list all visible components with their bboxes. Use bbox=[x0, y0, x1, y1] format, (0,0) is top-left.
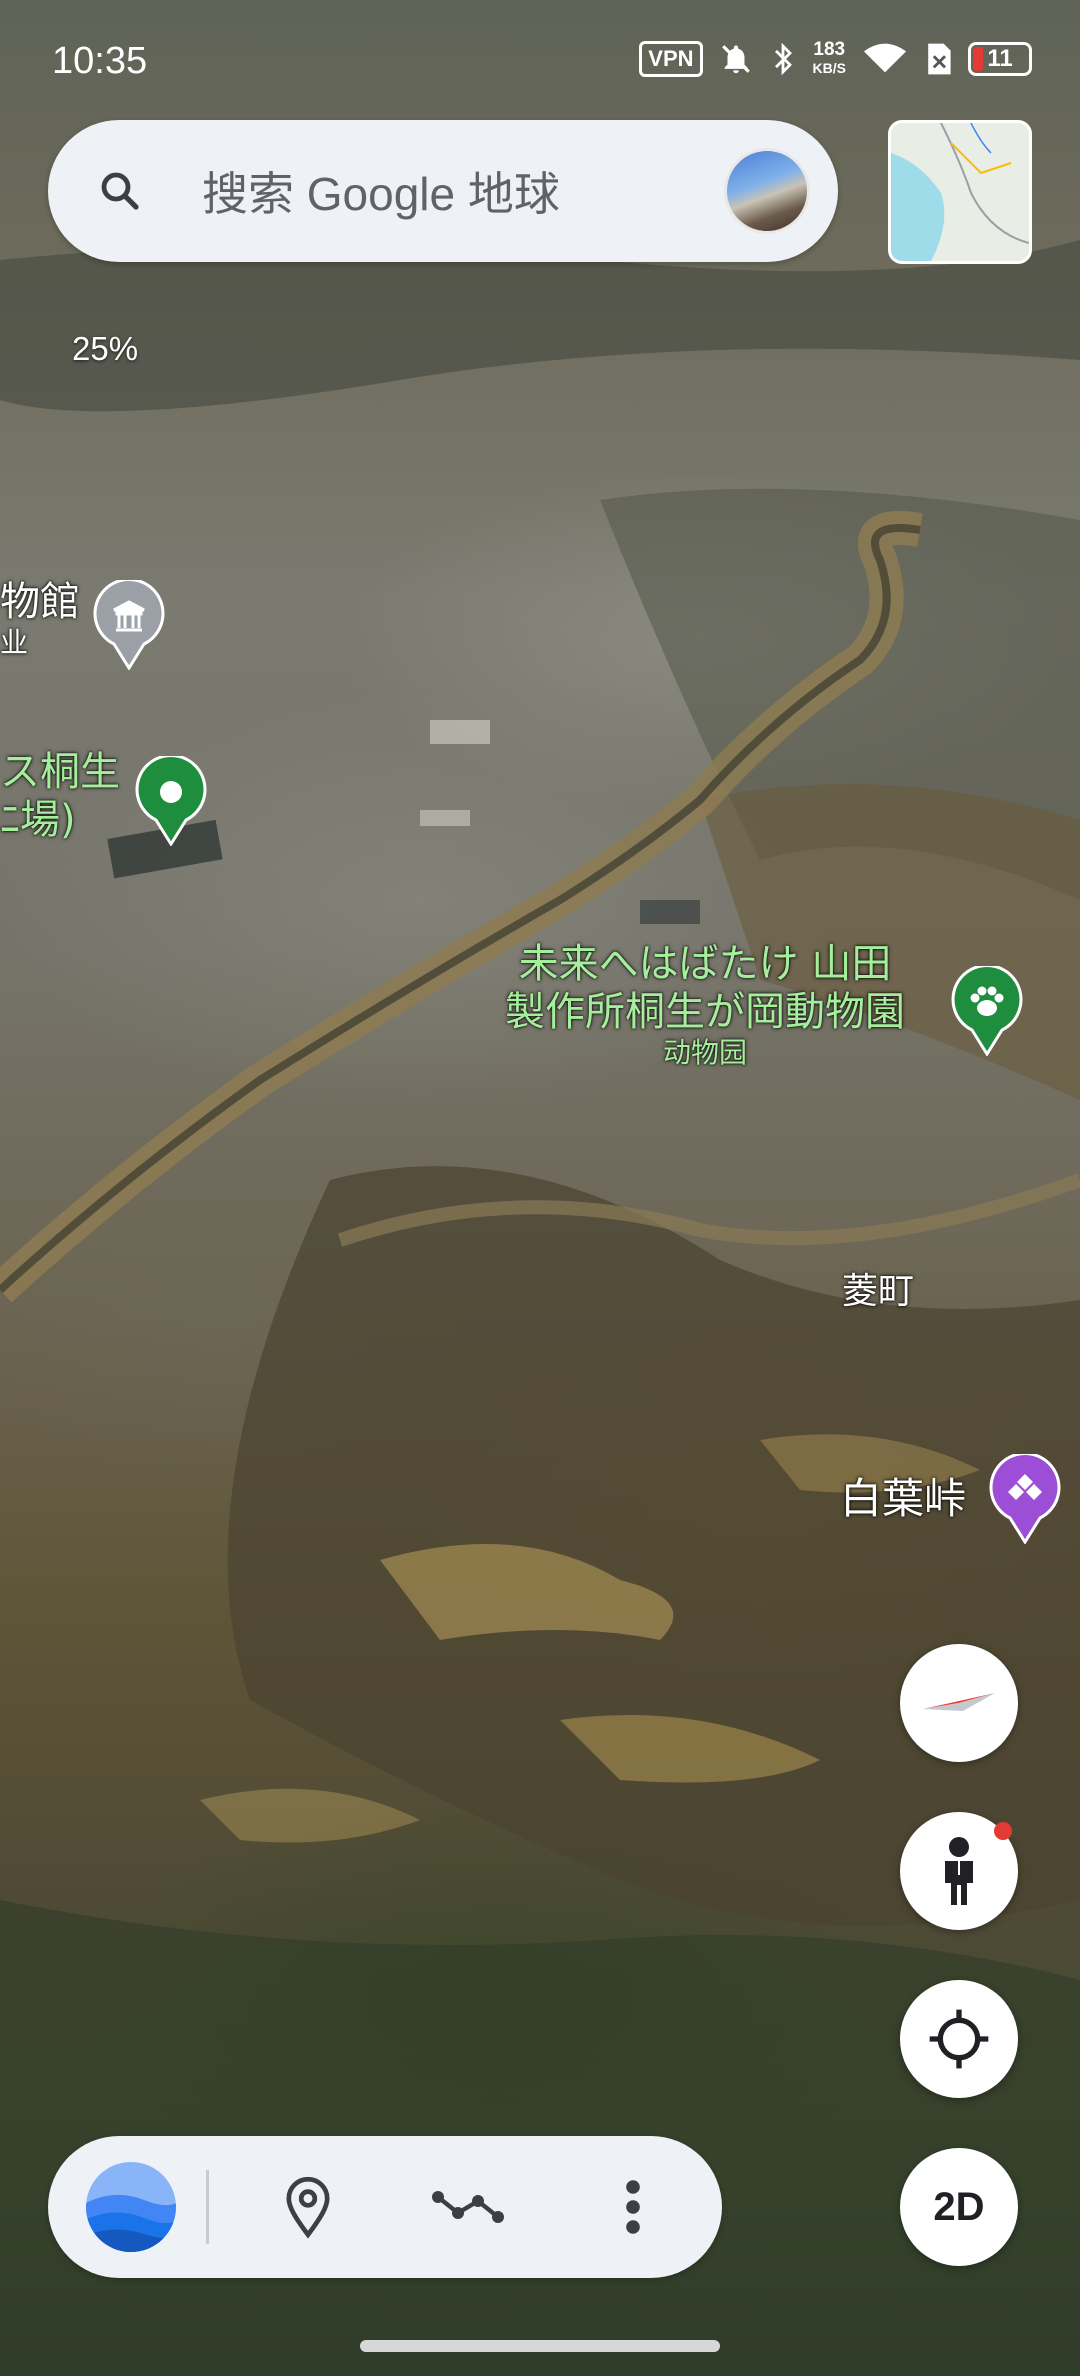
gesture-home-indicator[interactable] bbox=[360, 2340, 720, 2352]
wifi-icon bbox=[863, 43, 907, 73]
street-view-button[interactable] bbox=[900, 1812, 1018, 1930]
kiryu-line1: ス桐生 bbox=[0, 749, 120, 795]
pass-purple-pin-icon[interactable] bbox=[988, 1454, 1062, 1544]
zoom-level: 25% bbox=[72, 330, 139, 367]
place-button[interactable] bbox=[248, 2136, 368, 2278]
kiryu-line2: ﾆ場) bbox=[0, 797, 76, 843]
avatar[interactable] bbox=[724, 148, 810, 234]
search-input[interactable]: 搜索 Google 地球 bbox=[202, 158, 724, 224]
earth-3d-view[interactable]: 10:35 VPN 183 KB/S 11 搜索 Google 地球 25% 物… bbox=[0, 0, 1080, 2376]
bell-off-icon bbox=[721, 45, 750, 74]
speed-unit: KB/S bbox=[812, 60, 846, 76]
minimap-thumbnail bbox=[891, 123, 1029, 261]
museum-title: 物館 bbox=[0, 579, 80, 625]
view-mode-label: 2D bbox=[933, 2184, 985, 2229]
map-label-hishi[interactable]: 菱町 bbox=[842, 1270, 914, 1313]
search-bar[interactable]: 搜索 Google 地球 bbox=[48, 120, 838, 262]
toolbar-divider bbox=[206, 2170, 209, 2244]
more-options-button[interactable] bbox=[578, 2136, 688, 2278]
battery-indicator: 11 bbox=[968, 42, 1032, 76]
earth-logo-icon bbox=[86, 2162, 176, 2252]
sim-off-icon bbox=[928, 43, 951, 75]
compass-icon bbox=[923, 1693, 995, 1711]
bluetooth-icon bbox=[774, 42, 792, 76]
more-vert-icon bbox=[626, 2180, 640, 2234]
search-icon[interactable] bbox=[96, 167, 144, 215]
zoo-paw-pin-icon[interactable] bbox=[950, 966, 1024, 1056]
notification-dot bbox=[994, 1822, 1012, 1840]
measure-button[interactable] bbox=[398, 2136, 538, 2278]
status-time: 10:35 bbox=[52, 40, 148, 82]
minimap-button[interactable] bbox=[888, 120, 1032, 264]
map-label-shirahato[interactable]: 白葉峠 bbox=[840, 1474, 966, 1524]
view-mode-button[interactable]: 2D bbox=[900, 2148, 1018, 2266]
map-label-museum[interactable]: 物館 业 bbox=[0, 578, 80, 660]
my-location-button[interactable] bbox=[900, 1980, 1018, 2098]
speed-value: 183 bbox=[813, 39, 846, 60]
measure-path-icon bbox=[432, 2191, 504, 2223]
zoo-category: 动物园 bbox=[662, 1036, 747, 1069]
map-label-zoo[interactable]: 未来へはばたけ 山田 製作所桐生が岡動物園 动物园 bbox=[505, 940, 905, 1070]
museum-pin-icon[interactable] bbox=[92, 580, 166, 670]
zoo-name-line2: 製作所桐生が岡動物園 bbox=[505, 989, 905, 1035]
place-pin-icon bbox=[286, 2177, 330, 2239]
compass-button[interactable] bbox=[900, 1644, 1018, 1762]
network-speed: 183 KB/S bbox=[813, 40, 846, 78]
status-icons: VPN 183 KB/S 11 bbox=[639, 40, 1032, 78]
vpn-badge: VPN bbox=[639, 41, 703, 77]
my-location-icon bbox=[929, 2009, 989, 2069]
map-label-kiryu[interactable]: ス桐生 ﾆ場) bbox=[0, 748, 120, 844]
earth-home-button[interactable] bbox=[70, 2136, 192, 2278]
zoo-name-line1: 未来へはばたけ 山田 bbox=[518, 941, 892, 987]
bottom-toolbar bbox=[48, 2136, 722, 2278]
museum-subtitle: 业 bbox=[0, 626, 29, 659]
place-green-pin-icon[interactable] bbox=[134, 756, 208, 846]
pegman-icon bbox=[945, 1837, 973, 1905]
